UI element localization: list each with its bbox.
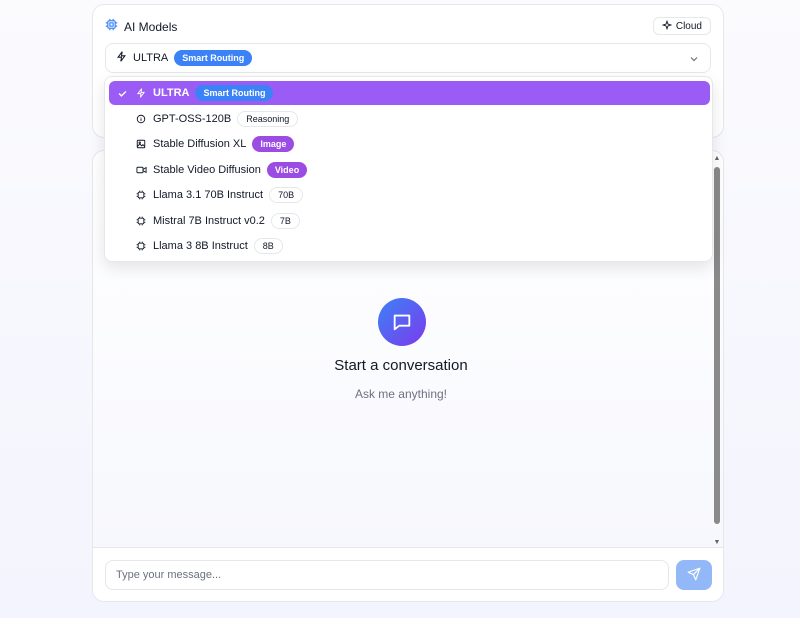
model-option-badge: Smart Routing <box>195 85 274 101</box>
model-select[interactable]: ULTRA Smart Routing <box>105 43 711 73</box>
scroll-down-arrow-icon[interactable]: ▼ <box>713 539 721 547</box>
model-option-label: Llama 3.1 70B Instruct <box>153 189 264 201</box>
cpu-icon <box>133 190 149 200</box>
models-title: AI Models <box>124 20 178 34</box>
model-option-label: Stable Video Diffusion <box>153 164 261 176</box>
model-option-badge: 7B <box>270 213 300 229</box>
cloud-label: Cloud <box>675 20 702 32</box>
model-option-badge: Image <box>252 136 295 152</box>
scrollbar-thumb[interactable] <box>714 167 720 524</box>
zap-icon <box>116 49 127 67</box>
model-option-badge: Video <box>266 162 308 178</box>
model-option-llama-3-1-70b[interactable]: Llama 3.1 70B Instruct 70B <box>109 183 710 207</box>
model-option-gpt-oss-120b[interactable]: GPT-OSS-120B Reasoning <box>109 107 710 131</box>
models-header: AI Models Cloud <box>105 17 711 36</box>
message-input[interactable] <box>105 560 669 590</box>
model-option-stable-diffusion-xl[interactable]: Stable Diffusion XL Image <box>109 132 710 156</box>
model-dropdown-menu: ULTRA Smart Routing GPT-OSS-120B Reasoni… <box>104 76 713 262</box>
model-option-badge: 70B <box>269 187 304 203</box>
model-option-ultra[interactable]: ULTRA Smart Routing <box>109 81 710 105</box>
model-option-label: Llama 3 8B Instruct <box>153 240 248 252</box>
info-icon <box>133 114 149 124</box>
model-option-label: GPT-OSS-120B <box>153 113 232 125</box>
model-option-badge: 8B <box>253 238 283 254</box>
zap-icon <box>133 88 149 98</box>
model-option-label: Stable Diffusion XL <box>153 138 247 150</box>
check-icon <box>111 88 133 99</box>
model-option-mistral-7b[interactable]: Mistral 7B Instruct v0.2 7B <box>109 209 710 233</box>
message-square-icon <box>378 298 426 346</box>
image-icon <box>133 139 149 149</box>
cpu-icon <box>105 18 118 36</box>
model-option-llama-3-8b[interactable]: Llama 3 8B Instruct 8B <box>109 234 710 258</box>
model-option-badge: Reasoning <box>237 111 299 127</box>
smart-routing-badge: Smart Routing <box>174 50 253 66</box>
empty-state-subtitle: Ask me anything! <box>354 387 448 401</box>
chevron-down-icon[interactable] <box>688 52 700 70</box>
scrollbar[interactable]: ▲ ▼ <box>713 155 721 547</box>
model-option-label: ULTRA <box>153 87 190 99</box>
scroll-up-arrow-icon[interactable]: ▲ <box>713 155 721 163</box>
message-composer <box>93 547 723 601</box>
send-button[interactable] <box>676 560 712 590</box>
selected-model-label: ULTRA <box>133 52 169 64</box>
empty-state-title: Start a conversation <box>334 357 468 374</box>
video-icon <box>133 165 149 175</box>
send-icon <box>687 567 701 584</box>
cloud-badge[interactable]: Cloud <box>652 17 711 35</box>
model-option-label: Mistral 7B Instruct v0.2 <box>153 215 265 227</box>
sparkle-icon <box>661 19 673 33</box>
model-option-stable-video-diffusion[interactable]: Stable Video Diffusion Video <box>109 158 710 182</box>
cpu-icon <box>133 241 149 251</box>
cpu-icon <box>133 216 149 226</box>
